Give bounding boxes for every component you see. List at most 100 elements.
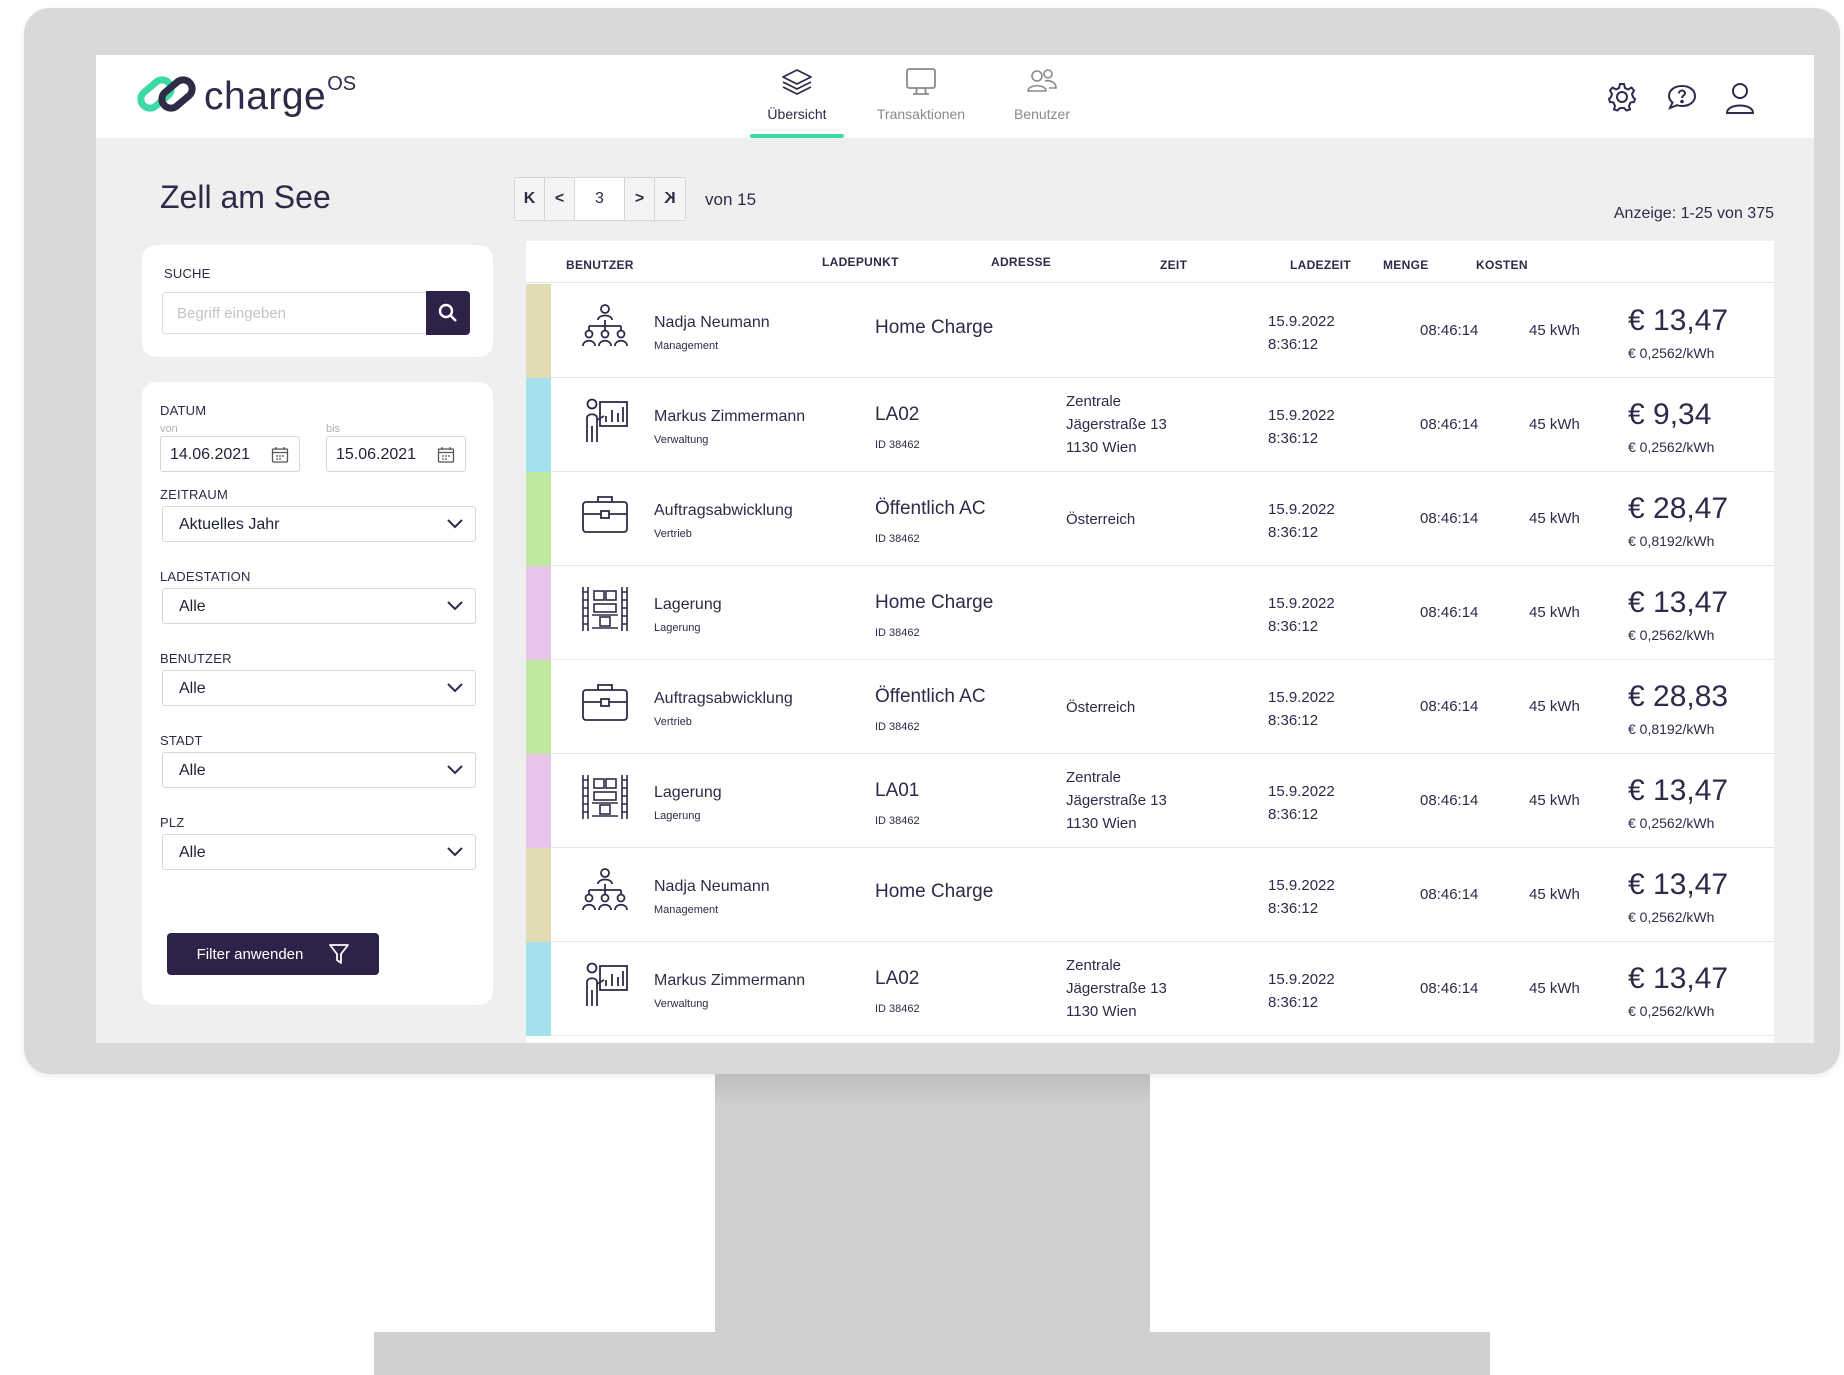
top-header: charge OS Übersicht Transaktionen Benutz… — [96, 55, 1814, 138]
search-button[interactable] — [426, 291, 470, 335]
table-row[interactable]: Lagerung Lagerung Home Charge ID 38462 15.9.… — [526, 566, 1774, 660]
user-name: Auftragsabwicklung — [654, 690, 793, 707]
charge-point-name: Home Charge — [875, 592, 994, 613]
monitor-stand-base — [374, 1332, 1490, 1375]
settings-button[interactable] — [1606, 81, 1638, 118]
energy-amount: 45 kWh — [1529, 416, 1580, 433]
table-row[interactable]: Nadja Neumann Management Home Charge 15.9.2… — [526, 284, 1774, 378]
address-line: 1130 Wien — [1066, 815, 1137, 832]
table-row[interactable]: Nadja Neumann Management Home Charge 15.9.2… — [526, 848, 1774, 942]
plz-select[interactable]: Alle — [162, 834, 476, 870]
ladestation-select[interactable]: Alle — [162, 588, 476, 624]
date-to-field[interactable]: 15.06.2021 — [326, 436, 466, 472]
date-from-label: von — [160, 423, 178, 435]
timestamp-time: 8:36:12 — [1268, 524, 1319, 541]
user-department: Verwaltung — [654, 434, 709, 446]
help-button[interactable] — [1666, 81, 1698, 118]
timestamp-date: 15.9.2022 — [1268, 689, 1335, 706]
address-line: Zentrale — [1066, 393, 1122, 410]
address-line: Österreich — [1066, 511, 1136, 528]
select-value: Aktuelles Jahr — [179, 516, 280, 533]
tab-benutzer[interactable]: Benutzer — [992, 67, 1092, 122]
charge-duration: 08:46:14 — [1420, 416, 1479, 433]
charge-point-name: Öffentlich AC — [875, 686, 986, 707]
charge-point-name: Home Charge — [875, 881, 994, 902]
tab-label: Benutzer — [1013, 106, 1071, 122]
timestamp-time: 8:36:12 — [1268, 806, 1319, 823]
column-header-kosten[interactable]: KOSTEN — [1476, 258, 1528, 272]
charge-point-id: ID 38462 — [875, 721, 920, 733]
charge-point-name: LA02 — [875, 968, 920, 989]
cost-total: € 13,47 — [1628, 304, 1729, 337]
user-department: Lagerung — [654, 810, 701, 822]
user-name: Auftragsabwicklung — [654, 502, 793, 519]
first-page-icon: K — [523, 190, 536, 207]
user-name: Markus Zimmermann — [654, 408, 806, 425]
timestamp-date: 15.9.2022 — [1268, 971, 1335, 988]
search-label: SUCHE — [164, 266, 211, 281]
cost-total: € 9,34 — [1628, 398, 1712, 431]
user-department: Vertrieb — [654, 528, 692, 540]
org-chart-icon — [580, 866, 630, 921]
cost-rate: € 0,2562/kWh — [1628, 815, 1715, 831]
monitor-frame: charge OS Übersicht Transaktionen Benutz… — [24, 8, 1840, 1074]
tab-label: Transaktionen — [876, 106, 966, 122]
tab-transaktionen[interactable]: Transaktionen — [871, 67, 971, 122]
table-row[interactable]: Markus Zimmermann Verwaltung LA02 ID 38462 Z… — [526, 942, 1774, 1036]
page-number-input[interactable]: 3 — [575, 178, 625, 220]
user-department: Vertrieb — [654, 716, 692, 728]
charge-point-id: ID 38462 — [875, 815, 920, 827]
chevron-right-icon: > — [634, 190, 645, 207]
table-row[interactable]: Auftragsabwicklung Vertrieb Öffentlich AC I… — [526, 472, 1774, 566]
row-color-stripe — [526, 848, 551, 942]
user-department: Management — [654, 340, 719, 352]
select-value: Alle — [179, 844, 206, 861]
calendar-icon[interactable] — [437, 446, 455, 464]
benutzer-select[interactable]: Alle — [162, 670, 476, 706]
column-header-ladezeit[interactable]: LADEZEIT — [1290, 258, 1351, 272]
cost-total: € 13,47 — [1628, 868, 1729, 901]
column-header-benutzer[interactable]: BENUTZER — [566, 258, 634, 272]
cost-total: € 13,47 — [1628, 962, 1729, 995]
cost-rate: € 0,2562/kWh — [1628, 909, 1715, 925]
column-header-zeit[interactable]: ZEIT — [1160, 258, 1187, 272]
user-name: Lagerung — [654, 596, 722, 613]
zeitraum-select[interactable]: Aktuelles Jahr — [162, 506, 476, 542]
calendar-icon[interactable] — [271, 446, 289, 464]
table-row[interactable]: Auftragsabwicklung Vertrieb Öffentlich AC I… — [526, 660, 1774, 754]
filter-card: DATUM von bis 14.06.2021 15.06.2021 ZEIT… — [142, 382, 493, 1005]
cost-total: € 13,47 — [1628, 774, 1729, 807]
column-header-adresse[interactable]: ADRESSE — [991, 255, 1051, 269]
address: Zentrale Jägerstraße 13 1130 Wien — [1066, 766, 1167, 835]
user-name: Lagerung — [654, 784, 722, 801]
tab-uebersicht[interactable]: Übersicht — [747, 67, 847, 122]
chargeos-logo[interactable]: charge OS — [136, 71, 356, 119]
user-department: Lagerung — [654, 622, 701, 634]
next-page-button[interactable]: > — [625, 178, 655, 220]
cost-rate: € 0,8192/kWh — [1628, 533, 1715, 549]
prev-page-button[interactable]: < — [545, 178, 575, 220]
first-page-button[interactable]: K — [515, 178, 545, 220]
chevron-down-icon — [447, 765, 463, 775]
user-department: Management — [654, 904, 719, 916]
column-header-ladepunkt[interactable]: LADEPUNKT — [822, 255, 899, 269]
search-input[interactable] — [162, 292, 428, 334]
timestamp: 15.9.2022 8:36:12 — [1268, 310, 1335, 356]
timestamp: 15.9.2022 8:36:12 — [1268, 780, 1335, 826]
apply-filter-button[interactable]: Filter anwenden — [167, 933, 379, 975]
cost-rate: € 0,2562/kWh — [1628, 345, 1715, 361]
last-page-button[interactable]: K — [655, 178, 685, 220]
charge-point-name: LA02 — [875, 404, 920, 425]
filter-label-ladestation: LADESTATION — [160, 569, 251, 584]
charge-duration: 08:46:14 — [1420, 322, 1479, 339]
table-row[interactable]: Lagerung Lagerung LA01 ID 38462 Zentrale Jäge… — [526, 754, 1774, 848]
column-header-menge[interactable]: MENGE — [1383, 258, 1429, 272]
profile-button[interactable] — [1724, 81, 1756, 120]
date-from-field[interactable]: 14.06.2021 — [160, 436, 300, 472]
stadt-select[interactable]: Alle — [162, 752, 476, 788]
pagination: K < 3 > K — [514, 177, 686, 221]
address: Zentrale Jägerstraße 13 1130 Wien — [1066, 954, 1167, 1023]
table-row[interactable]: Markus Zimmermann Verwaltung LA02 ID 38462 Z… — [526, 378, 1774, 472]
chevron-down-icon — [447, 683, 463, 693]
chevron-left-icon: < — [554, 190, 565, 207]
